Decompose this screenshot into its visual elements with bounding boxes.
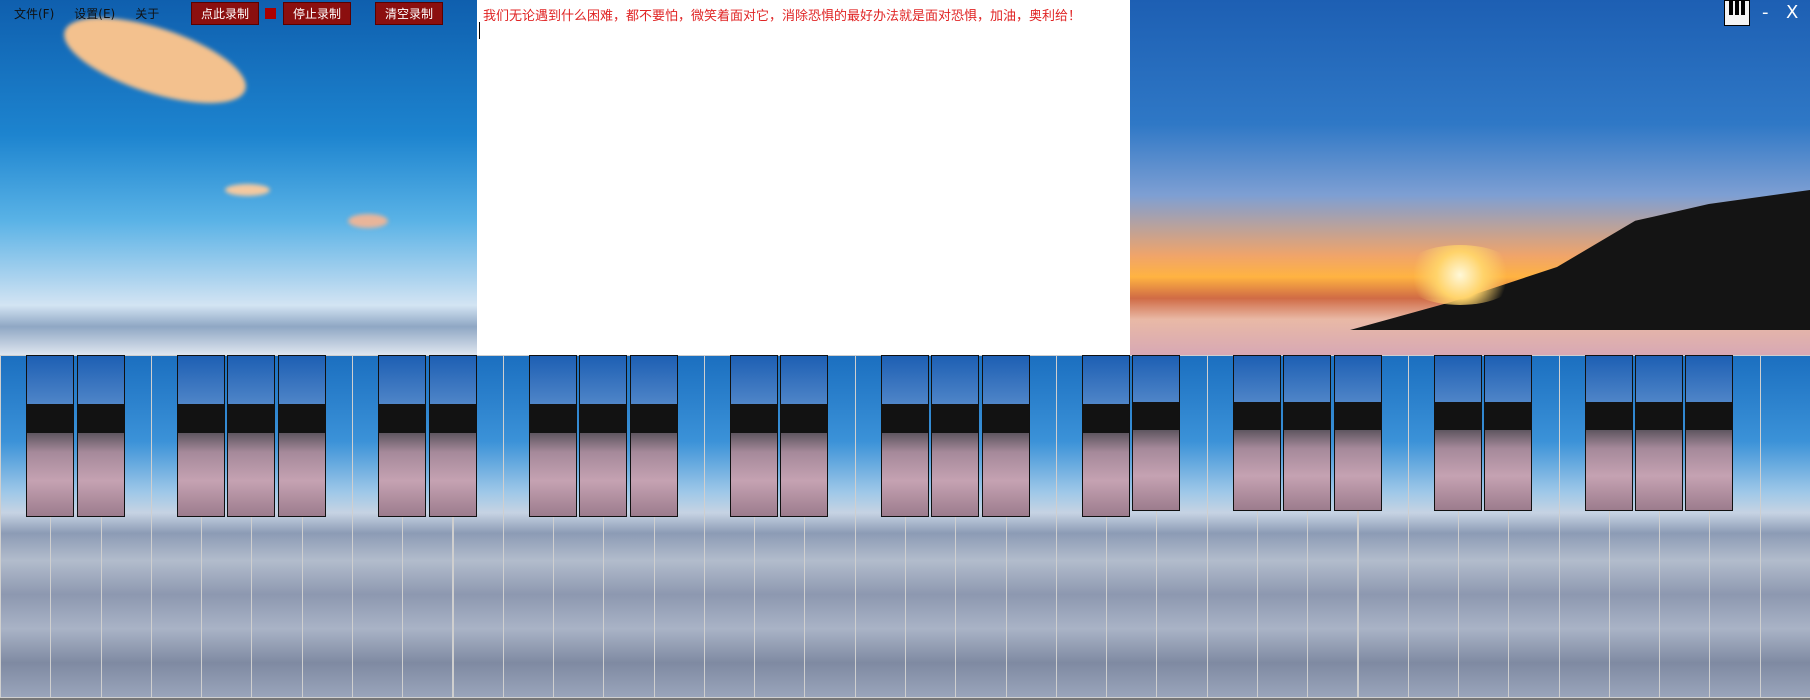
- minimize-button[interactable]: -: [1762, 2, 1769, 23]
- close-button[interactable]: X: [1786, 2, 1798, 23]
- black-key[interactable]: [1584, 355, 1633, 511]
- black-key[interactable]: [629, 355, 678, 517]
- black-key[interactable]: [1635, 355, 1684, 511]
- piano-icon[interactable]: [1724, 0, 1750, 26]
- black-key[interactable]: [529, 355, 578, 517]
- clear-record-button[interactable]: 清空录制: [375, 2, 443, 25]
- black-key[interactable]: [227, 355, 276, 517]
- text-caret: [479, 22, 480, 39]
- menu-about[interactable]: 关于: [135, 5, 159, 22]
- black-key[interactable]: [1082, 355, 1131, 517]
- black-key[interactable]: [1232, 355, 1281, 511]
- start-record-button[interactable]: 点此录制: [191, 2, 259, 25]
- stop-record-button[interactable]: 停止录制: [283, 2, 351, 25]
- menu-file[interactable]: 文件(F): [14, 5, 54, 22]
- editor-content: 我们无论遇到什么困难，都不要怕，微笑着面对它，消除恐惧的最好办法就是面对恐惧，加…: [483, 9, 1082, 24]
- black-key[interactable]: [26, 355, 75, 517]
- black-key[interactable]: [277, 355, 326, 517]
- black-key[interactable]: [730, 355, 779, 517]
- black-key[interactable]: [1434, 355, 1483, 511]
- black-key[interactable]: [378, 355, 427, 517]
- black-key[interactable]: [981, 355, 1030, 517]
- black-key[interactable]: [1333, 355, 1382, 511]
- cloud: [348, 214, 388, 228]
- menu-bar: 文件(F) 设置(E) 关于: [14, 5, 159, 22]
- black-key[interactable]: [1484, 355, 1533, 511]
- menu-settings[interactable]: 设置(E): [74, 5, 115, 22]
- black-key[interactable]: [428, 355, 477, 517]
- white-key[interactable]: [1759, 355, 1810, 698]
- background-left: [0, 0, 477, 355]
- black-key[interactable]: [1132, 355, 1181, 511]
- black-key[interactable]: [881, 355, 929, 517]
- black-key[interactable]: [1685, 355, 1734, 511]
- recording-indicator: [265, 8, 276, 19]
- text-editor[interactable]: 我们无论遇到什么困难，都不要怕，微笑着面对它，消除恐惧的最好办法就是面对恐惧，加…: [477, 0, 1130, 355]
- sunset: [1400, 245, 1520, 305]
- black-key[interactable]: [177, 355, 226, 517]
- black-key[interactable]: [1283, 355, 1332, 511]
- black-key[interactable]: [579, 355, 628, 517]
- black-key[interactable]: [76, 355, 125, 517]
- piano-keyboard: [0, 355, 1810, 700]
- cloud: [225, 184, 270, 196]
- black-key[interactable]: [931, 355, 980, 517]
- black-key[interactable]: [780, 355, 829, 517]
